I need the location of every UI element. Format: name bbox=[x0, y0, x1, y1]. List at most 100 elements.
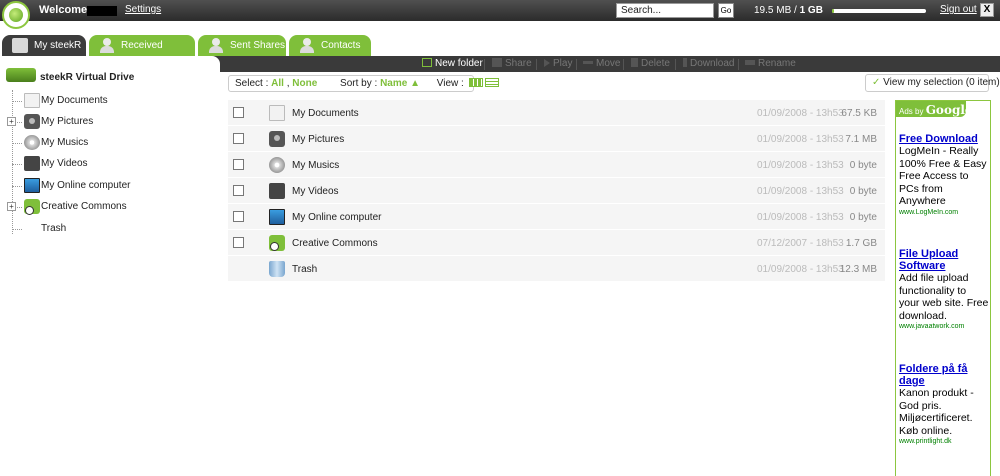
file-row[interactable]: My Online computer 01/09/2008 - 13h53 0 … bbox=[228, 204, 885, 230]
tree-root-virtual-drive[interactable]: steekR Virtual Drive bbox=[6, 68, 134, 83]
file-date: 01/09/2008 - 13h53 bbox=[757, 264, 844, 275]
ad-url-link[interactable]: www.javaatwork.com bbox=[899, 322, 989, 332]
tree-root-label: steekR Virtual Drive bbox=[40, 72, 135, 83]
file-name[interactable]: My Musics bbox=[292, 160, 339, 171]
ads-panel: Ads by Google Free Download LogMeIn - Re… bbox=[895, 100, 991, 476]
select-label: Select : bbox=[235, 78, 272, 89]
new-folder-icon bbox=[422, 58, 432, 67]
delete-button[interactable]: Delete bbox=[631, 58, 670, 69]
tree-item-label: My Online computer bbox=[41, 180, 131, 191]
camera-icon bbox=[24, 114, 40, 129]
ad-item[interactable]: File Upload Software Add file upload fun… bbox=[899, 248, 989, 332]
google-logo-text: Google bbox=[925, 103, 973, 117]
ad-title-link[interactable]: File Upload Software bbox=[899, 248, 989, 272]
settings-link[interactable]: Settings bbox=[125, 4, 161, 15]
select-separator: , bbox=[283, 78, 293, 89]
no-icon bbox=[24, 221, 40, 236]
new-folder-button[interactable]: New folder bbox=[422, 58, 483, 69]
welcome-text: Welcome bbox=[39, 4, 88, 16]
computer-icon bbox=[269, 209, 285, 225]
ad-url-link[interactable]: www.printlight.dk bbox=[899, 437, 989, 447]
download-button[interactable]: Download bbox=[683, 58, 734, 69]
file-name[interactable]: My Online computer bbox=[292, 212, 381, 223]
trash-icon bbox=[269, 261, 285, 277]
play-button[interactable]: Play bbox=[544, 58, 572, 69]
tab-contacts[interactable]: Contacts bbox=[289, 35, 371, 56]
file-row[interactable]: My Videos 01/09/2008 - 13h53 0 byte bbox=[228, 178, 885, 204]
row-checkbox[interactable] bbox=[233, 237, 244, 248]
file-row[interactable]: Trash 01/09/2008 - 13h53 12.3 MB bbox=[228, 256, 885, 282]
row-checkbox[interactable] bbox=[233, 185, 244, 196]
ads-by-google-header[interactable]: Ads by Google bbox=[896, 101, 973, 117]
computer-icon bbox=[24, 178, 40, 193]
checkmark-icon: ✓ bbox=[872, 77, 881, 88]
ad-title-link[interactable]: Free Download bbox=[899, 133, 989, 145]
file-row[interactable]: Creative Commons 07/12/2007 - 18h53 1.7 … bbox=[228, 230, 885, 256]
new-folder-label: New folder bbox=[435, 58, 483, 69]
expand-toggle-icon[interactable]: + bbox=[7, 117, 16, 126]
row-checkbox[interactable] bbox=[233, 133, 244, 144]
file-size: 12.3 MB bbox=[839, 264, 877, 275]
file-size: 7.1 MB bbox=[845, 134, 877, 145]
move-arrow-icon bbox=[583, 61, 593, 64]
ad-title-link[interactable]: Foldere på få dage bbox=[899, 363, 989, 387]
cd-icon bbox=[24, 135, 40, 150]
tab-received-shares[interactable]: Received Shares bbox=[89, 35, 195, 72]
tree-branch-line bbox=[12, 143, 22, 144]
top-bar: Welcome Settings Go 19.5 MB / 1 GB Sign … bbox=[0, 0, 1000, 29]
file-size: 67.5 KB bbox=[841, 108, 877, 119]
toolbar-divider bbox=[675, 59, 676, 70]
file-browser-panel: Select : All , None Sort by : Name ▲ Vie… bbox=[220, 72, 1000, 476]
file-date: 01/09/2008 - 13h53 bbox=[757, 160, 844, 171]
file-size: 0 byte bbox=[849, 212, 877, 223]
list-view-icon[interactable] bbox=[484, 78, 499, 87]
toolbar-divider bbox=[738, 59, 739, 70]
rename-button[interactable]: Rename bbox=[745, 58, 796, 69]
select-none-link[interactable]: None bbox=[292, 78, 317, 89]
file-name[interactable]: Creative Commons bbox=[292, 238, 378, 249]
row-checkbox[interactable] bbox=[233, 159, 244, 170]
select-sort-view-bar: Select : All , None Sort by : Name ▲ Vie… bbox=[228, 75, 499, 92]
file-name[interactable]: My Documents bbox=[292, 108, 359, 119]
close-button[interactable]: X bbox=[980, 3, 994, 17]
file-name[interactable]: Trash bbox=[292, 264, 317, 275]
contacts-icon bbox=[299, 38, 315, 53]
tree-item-label: My Musics bbox=[41, 137, 89, 148]
tree-branch-line bbox=[12, 101, 22, 102]
video-camera-icon bbox=[24, 156, 40, 171]
tree-item-label: My Pictures bbox=[41, 116, 94, 127]
tree-branch-line bbox=[12, 229, 22, 230]
ad-body: LogMeIn - Really 100% Free & Easy Free A… bbox=[899, 145, 987, 207]
select-all-link[interactable]: All bbox=[271, 78, 284, 89]
tree-item-label: My Documents bbox=[41, 95, 108, 106]
file-row[interactable]: My Musics 01/09/2008 - 13h53 0 byte bbox=[228, 152, 885, 178]
tab-label: My steekR bbox=[34, 40, 82, 51]
ad-url-link[interactable]: www.LogMeIn.com bbox=[899, 208, 989, 218]
ad-body: Add file upload functionality to your we… bbox=[899, 272, 989, 322]
trash-icon bbox=[631, 58, 638, 67]
ad-item[interactable]: Foldere på få dage Kanon produkt - God p… bbox=[899, 363, 989, 447]
toolbar-divider bbox=[576, 59, 577, 70]
file-name[interactable]: My Videos bbox=[292, 186, 339, 197]
file-row[interactable]: My Documents 01/09/2008 - 13h53 67.5 KB bbox=[228, 100, 885, 126]
view-label: View : bbox=[436, 78, 467, 89]
move-button[interactable]: Move bbox=[583, 58, 620, 69]
video-camera-icon bbox=[269, 183, 285, 199]
sort-ascending-icon[interactable]: ▲ bbox=[410, 78, 420, 89]
share-button[interactable]: Share bbox=[492, 58, 532, 69]
row-checkbox[interactable] bbox=[233, 211, 244, 222]
expand-toggle-icon[interactable]: + bbox=[7, 202, 16, 211]
search-input[interactable] bbox=[616, 3, 714, 18]
tab-my-steekr[interactable]: My steekR bbox=[2, 35, 86, 56]
tab-sent-shares[interactable]: Sent Shares bbox=[198, 35, 286, 56]
sort-by-name-link[interactable]: Name bbox=[380, 78, 407, 89]
ad-item[interactable]: Free Download LogMeIn - Really 100% Free… bbox=[899, 133, 989, 218]
grid-view-icon[interactable] bbox=[468, 78, 483, 87]
file-name[interactable]: My Pictures bbox=[292, 134, 344, 145]
view-my-selection-button[interactable]: ✓ View my selection (0 item) bbox=[865, 74, 1000, 92]
row-checkbox[interactable] bbox=[233, 107, 244, 118]
go-button[interactable]: Go bbox=[718, 3, 734, 18]
steekr-logo-icon[interactable] bbox=[2, 1, 30, 29]
file-row[interactable]: My Pictures 01/09/2008 - 13h53 7.1 MB bbox=[228, 126, 885, 152]
sign-out-link[interactable]: Sign out bbox=[940, 4, 977, 15]
